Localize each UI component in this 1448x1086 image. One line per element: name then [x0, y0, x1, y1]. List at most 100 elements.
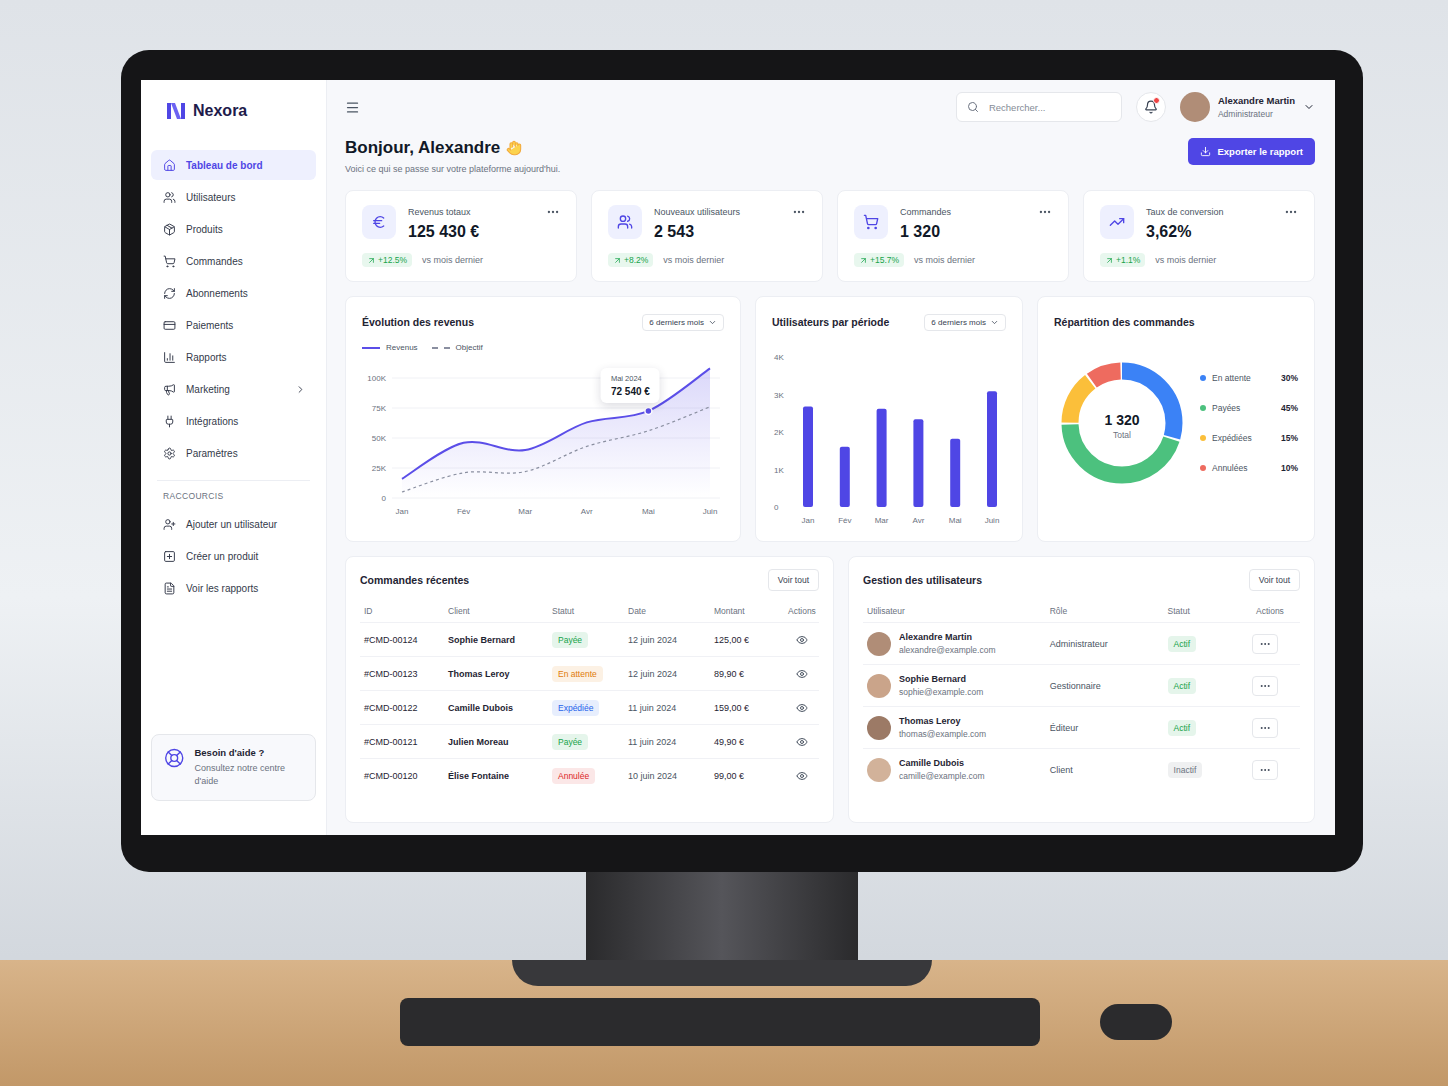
view-order-button[interactable] [784, 634, 819, 646]
change-value: +1.1% [1116, 255, 1140, 265]
sidebar: Nexora Tableau de bord UtilisateursProduit… [141, 80, 327, 835]
user-cell: Alexandre Martinalexandre@example.com [863, 632, 1046, 656]
user-actions-button[interactable] [1252, 634, 1278, 654]
view-all-button[interactable]: Voir tout [1249, 569, 1300, 591]
order-client: Camille Dubois [444, 703, 548, 713]
view-order-button[interactable] [784, 668, 819, 680]
logo[interactable]: Nexora [151, 96, 316, 126]
refresh-icon [163, 287, 176, 300]
view-order-button[interactable] [784, 702, 819, 714]
donut-segment[interactable] [1070, 371, 1174, 475]
revenue-card: Évolution des revenus6 derniers moisReve… [345, 296, 741, 542]
stat-compare: vs mois dernier [663, 255, 724, 265]
help-card[interactable]: Besoin d'aide ?Consultez notre centre d'… [151, 734, 316, 801]
user-cell: Camille Duboiscamille@example.com [863, 758, 1046, 782]
user-actions-button[interactable] [1252, 676, 1278, 696]
column-header: ID [360, 606, 444, 616]
user-meta: Alexandre Martinalexandre@example.com [899, 632, 996, 655]
more-icon [1038, 205, 1052, 219]
sidebar-item[interactable]: Commandes [151, 246, 316, 276]
card-title: Évolution des revenus [362, 316, 474, 328]
search-field[interactable] [956, 92, 1122, 122]
table-row[interactable]: #CMD-00122Camille DuboisExpédiée11 juin … [360, 691, 819, 725]
donut-legend-item: En attente30% [1200, 373, 1298, 383]
legend-percent: 30% [1281, 373, 1298, 383]
view-order-button[interactable] [784, 736, 819, 748]
user-email: alexandre@example.com [899, 645, 996, 655]
notifications-button[interactable] [1136, 92, 1166, 122]
series-line [402, 368, 710, 478]
menu-button[interactable] [345, 100, 360, 115]
stat-menu-button[interactable] [1038, 205, 1052, 219]
bar[interactable] [950, 439, 960, 507]
sidebar-item[interactable]: Paramètres [151, 438, 316, 468]
bar[interactable] [913, 419, 923, 507]
stat-menu-button[interactable] [1284, 205, 1298, 219]
donut-chart: 1 320Total [1054, 355, 1190, 491]
export-button-label: Exporter le rapport [1217, 146, 1303, 157]
stat-menu-button[interactable] [792, 205, 806, 219]
sidebar-item[interactable]: Tableau de bord [151, 150, 316, 180]
shortcut-item[interactable]: Voir les rapports [151, 573, 316, 603]
sidebar-item[interactable]: Utilisateurs [151, 182, 316, 212]
highlight-point[interactable] [645, 407, 652, 414]
sidebar-item-label: Paiements [186, 320, 306, 331]
bar[interactable] [987, 391, 997, 507]
user-actions-button[interactable] [1252, 718, 1278, 738]
sidebar-item[interactable]: Intégrations [151, 406, 316, 436]
table-row[interactable]: #CMD-00121Julien MoreauPayée11 juin 2024… [360, 725, 819, 759]
photo-scene: Nexora Tableau de bord UtilisateursProduit… [0, 0, 1448, 1086]
monitor-stand-base [512, 960, 932, 986]
donut-segment[interactable] [1070, 371, 1174, 475]
period-dropdown[interactable]: 6 derniers mois [642, 314, 724, 331]
sidebar-item[interactable]: Rapports [151, 342, 316, 372]
y-tick-label: 3K [774, 391, 784, 400]
search-input[interactable] [987, 101, 1111, 114]
donut-segment[interactable] [1070, 371, 1174, 475]
period-label: 6 derniers mois [931, 318, 986, 327]
view-all-button[interactable]: Voir tout [768, 569, 819, 591]
shortcut-item[interactable]: Créer un produit [151, 541, 316, 571]
export-button[interactable]: Exporter le rapport [1188, 138, 1315, 165]
stats-row: Revenus totaux125 430 €+12.5%vs mois der… [345, 190, 1315, 282]
document-icon [163, 582, 176, 595]
legend-dot [1200, 375, 1206, 381]
table-row[interactable]: Sophie Bernardsophie@example.comGestionn… [863, 665, 1300, 707]
sidebar-item[interactable]: Abonnements [151, 278, 316, 308]
user-avatar [867, 632, 891, 656]
order-id: #CMD-00124 [360, 635, 444, 645]
table-row[interactable]: Camille Duboiscamille@example.comClientI… [863, 749, 1300, 791]
user-menu[interactable]: Alexandre MartinAdministrateur [1180, 92, 1315, 122]
user-actions-button[interactable] [1252, 760, 1278, 780]
table-row[interactable]: Thomas Leroythomas@example.comÉditeurAct… [863, 707, 1300, 749]
user-avatar [867, 716, 891, 740]
user-info: Alexandre MartinAdministrateur [1218, 95, 1295, 119]
greeting-subtitle: Voici ce qui se passe sur votre platefor… [345, 164, 560, 174]
column-header: Utilisateur [863, 606, 1046, 616]
bar[interactable] [803, 407, 813, 508]
shortcut-item[interactable]: Ajouter un utilisateur [151, 509, 316, 539]
user-meta: Camille Duboiscamille@example.com [899, 758, 985, 781]
stat-menu-button[interactable] [546, 205, 560, 219]
sidebar-item[interactable]: Marketing [151, 374, 316, 404]
table-row[interactable]: #CMD-00123Thomas LeroyEn attente12 juin … [360, 657, 819, 691]
order-id: #CMD-00120 [360, 771, 444, 781]
table-row[interactable]: #CMD-00124Sophie BernardPayée12 juin 202… [360, 623, 819, 657]
user-status: Actif [1164, 678, 1252, 694]
sidebar-item-label: Tableau de bord [186, 160, 306, 171]
legend-dot [1200, 405, 1206, 411]
order-amount: 125,00 € [710, 635, 784, 645]
table-row[interactable]: #CMD-00120Élise FontaineAnnulée10 juin 2… [360, 759, 819, 793]
bar[interactable] [877, 409, 887, 507]
order-client: Thomas Leroy [444, 669, 548, 679]
table-row[interactable]: Alexandre Martinalexandre@example.comAdm… [863, 623, 1300, 665]
sidebar-item[interactable]: Produits [151, 214, 316, 244]
x-tick-label: Mai [642, 507, 655, 516]
donut-segment[interactable] [1070, 371, 1174, 475]
bar[interactable] [840, 447, 850, 507]
sidebar-item[interactable]: Paiements [151, 310, 316, 340]
period-dropdown[interactable]: 6 derniers mois [924, 314, 1006, 331]
recent-orders-card: Commandes récentesVoir toutIDClientStatu… [345, 556, 834, 823]
view-order-button[interactable] [784, 770, 819, 782]
user-role: Administrateur [1218, 109, 1295, 119]
